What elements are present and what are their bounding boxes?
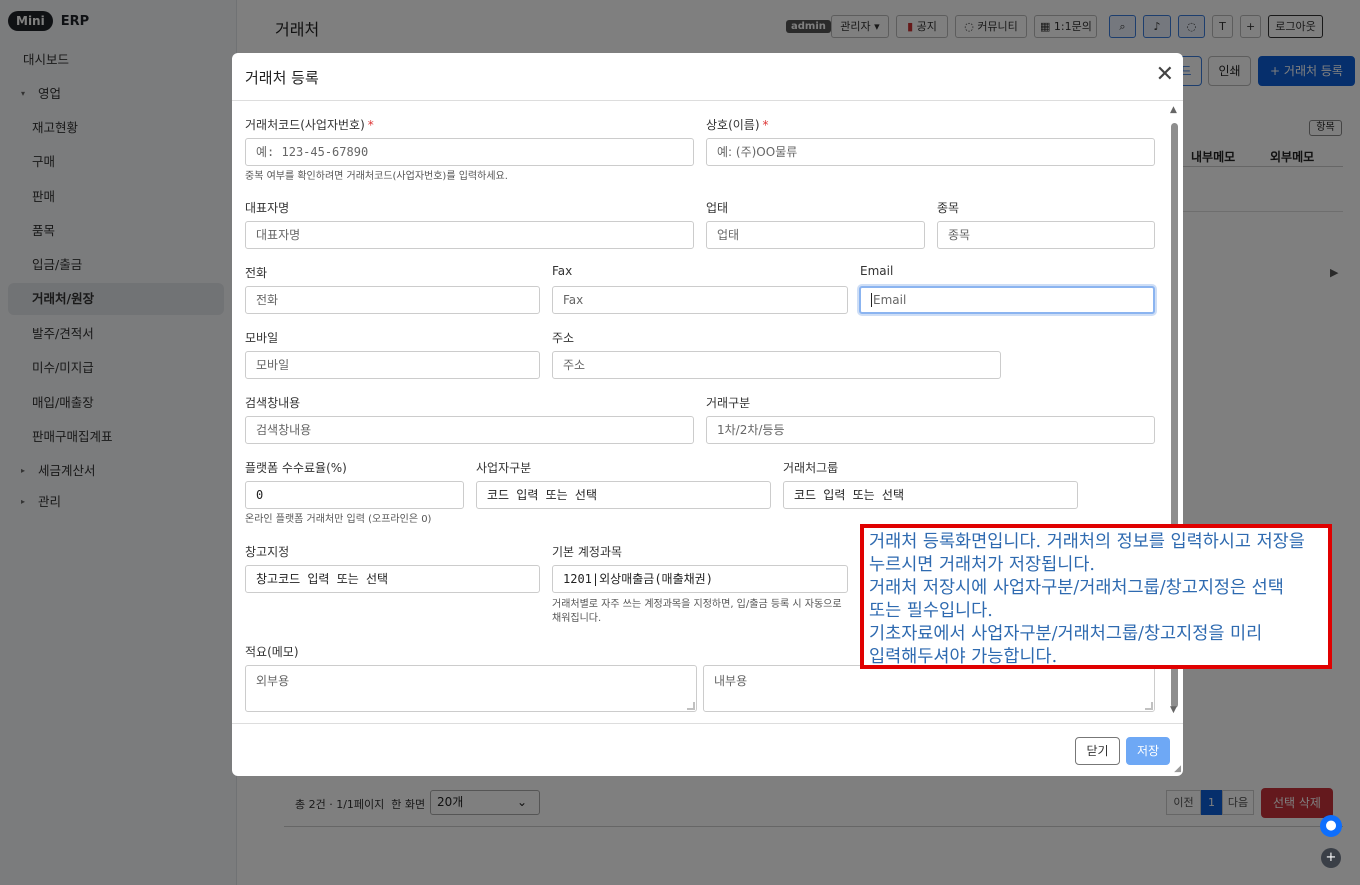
ceo-label: 대표자명 bbox=[245, 201, 290, 215]
code-hint: 중복 여부를 확인하려면 거래처코드(사업자번호)를 입력하세요. bbox=[245, 171, 508, 182]
biz-type-input[interactable]: 업태 bbox=[706, 221, 925, 249]
email-input[interactable]: Email bbox=[859, 286, 1155, 314]
company-name-input[interactable]: 예: (주)OO물류 bbox=[706, 138, 1155, 166]
biz-type-label: 업태 bbox=[706, 201, 729, 215]
email-label: Email bbox=[860, 264, 894, 278]
warehouse-input[interactable]: 창고코드 입력 또는 선택 bbox=[245, 565, 540, 593]
callout-line: 거래처 등록화면입니다. 거래처의 정보를 입력하시고 저장을 누르시면 거래처… bbox=[869, 532, 1305, 575]
platform-fee-input[interactable]: 0 bbox=[245, 481, 464, 509]
phone-input[interactable]: 전화 bbox=[245, 286, 540, 314]
code-label: 거래처코드(사업자번호) * bbox=[245, 118, 374, 132]
trade-class-input[interactable]: 1차/2차/등등 bbox=[706, 416, 1155, 444]
plus-icon: + bbox=[1325, 850, 1337, 865]
scroll-down-icon[interactable]: ▼ bbox=[1170, 705, 1177, 715]
biz-class-label: 사업자구분 bbox=[476, 461, 532, 475]
client-group-input[interactable]: 코드 입력 또는 선택 bbox=[783, 481, 1078, 509]
callout-line: 기초자료에서 사업자구분/거래처그룹/창고지정을 미리 입력해두셔야 가능합니다… bbox=[869, 624, 1263, 667]
mobile-label: 모바일 bbox=[245, 331, 279, 345]
resize-grip-icon[interactable] bbox=[1145, 702, 1153, 710]
internal-memo-textarea[interactable]: 내부용 bbox=[703, 665, 1155, 712]
text-cursor bbox=[871, 293, 872, 307]
scroll-up-icon[interactable]: ▲ bbox=[1170, 105, 1177, 115]
close-icon[interactable]: ✕ bbox=[1156, 64, 1174, 86]
instruction-callout: 거래처 등록화면입니다. 거래처의 정보를 입력하시고 저장을 누르시면 거래처… bbox=[860, 524, 1332, 669]
biz-item-label: 종목 bbox=[937, 201, 960, 215]
fax-label: Fax bbox=[552, 264, 573, 278]
save-button[interactable]: 저장 bbox=[1126, 737, 1170, 765]
address-label: 주소 bbox=[552, 331, 575, 345]
address-input[interactable]: 주소 bbox=[552, 351, 1001, 379]
modal-resize-icon[interactable]: ◢ bbox=[1174, 764, 1181, 774]
add-fab[interactable]: + bbox=[1321, 848, 1341, 868]
warehouse-label: 창고지정 bbox=[245, 545, 290, 559]
name-label: 상호(이름) * bbox=[706, 118, 769, 132]
biz-item-input[interactable]: 종목 bbox=[937, 221, 1155, 249]
mobile-input[interactable]: 모바일 bbox=[245, 351, 540, 379]
biz-class-input[interactable]: 코드 입력 또는 선택 bbox=[476, 481, 771, 509]
memo-label: 적요(메모) bbox=[245, 645, 299, 659]
search-text-input[interactable]: 검색창내용 bbox=[245, 416, 694, 444]
modal-title: 거래처 등록 bbox=[245, 69, 319, 87]
modal-footer: 닫기 저장 ◢ bbox=[232, 723, 1183, 776]
account-input[interactable]: 1201|외상매출금(매출채권) bbox=[552, 565, 848, 593]
modal-header: 거래처 등록 ✕ bbox=[232, 53, 1183, 101]
external-memo-textarea[interactable]: 외부용 bbox=[245, 665, 697, 712]
account-hint: 거래처별로 자주 쓰는 계정과목을 지정하면, 입/출금 등록 시 자동으로 채… bbox=[552, 599, 842, 624]
account-label: 기본 계정과목 bbox=[552, 545, 623, 559]
platform-fee-hint: 온라인 플랫폼 거래처만 입력 (오프라인은 0) bbox=[245, 514, 432, 525]
fax-input[interactable]: Fax bbox=[552, 286, 848, 314]
search-icon: ● bbox=[1325, 818, 1337, 833]
trade-class-label: 거래구분 bbox=[706, 396, 751, 410]
close-button[interactable]: 닫기 bbox=[1075, 737, 1120, 765]
search-text-label: 검색창내용 bbox=[245, 396, 301, 410]
client-code-input[interactable]: 예: 123-45-67890 bbox=[245, 138, 694, 166]
phone-label: 전화 bbox=[245, 266, 268, 280]
callout-line: 거래처 저장시에 사업자구분/거래처그룹/창고지정은 선택 또는 필수입니다. bbox=[869, 578, 1284, 621]
resize-grip-icon[interactable] bbox=[687, 702, 695, 710]
platform-fee-label: 플랫폼 수수료율(%) bbox=[245, 461, 347, 475]
search-fab[interactable]: ● bbox=[1320, 815, 1342, 837]
ceo-name-input[interactable]: 대표자명 bbox=[245, 221, 694, 249]
client-group-label: 거래처그룹 bbox=[783, 461, 839, 475]
